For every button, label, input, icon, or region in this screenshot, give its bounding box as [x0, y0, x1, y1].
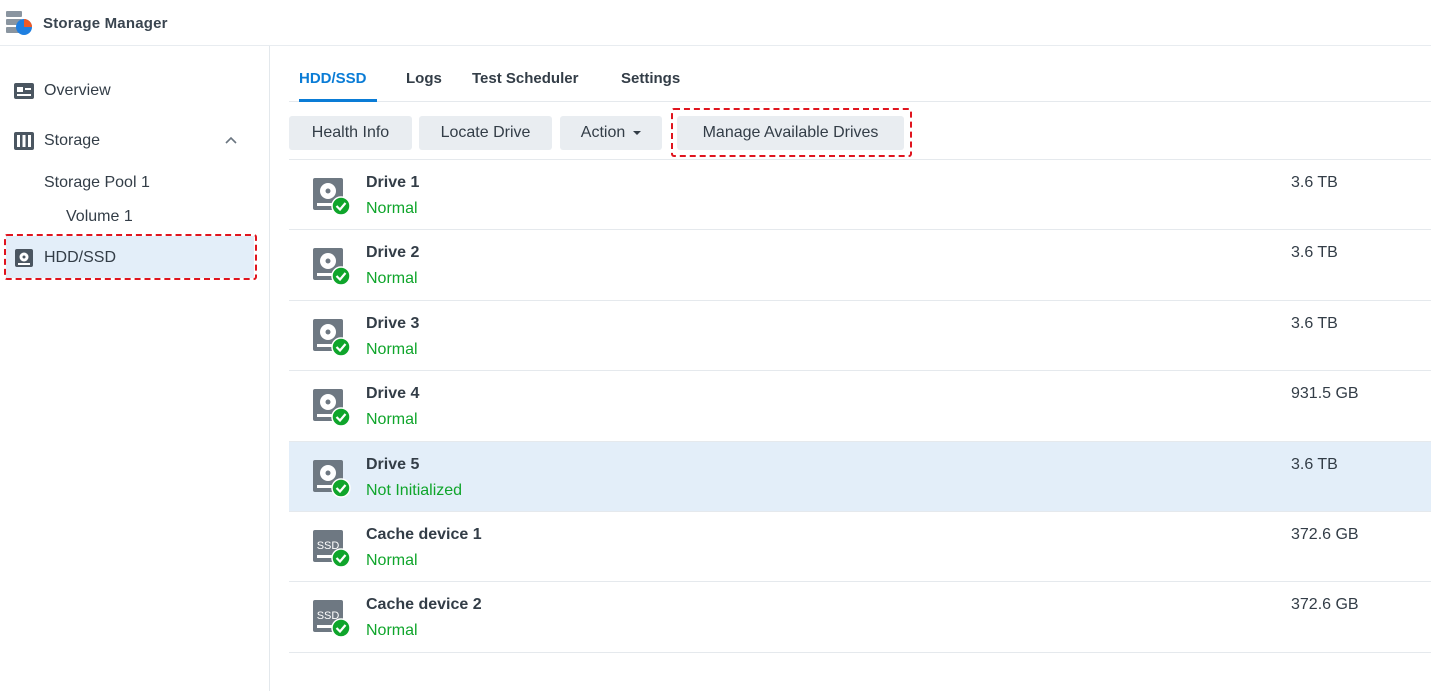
drive-name: Drive 3: [366, 314, 420, 332]
drive-status: Normal: [366, 622, 418, 640]
drive-size: 372.6 GB: [1291, 525, 1359, 543]
sidebar-item-label: Storage Pool 1: [44, 174, 150, 191]
drive-size: 3.6 TB: [1291, 314, 1338, 332]
ssd-icon: SSD: [313, 529, 351, 568]
button-label: Health Info: [311, 124, 390, 141]
drive-name: Cache device 1: [366, 525, 482, 543]
highlight-box: [671, 108, 912, 157]
storage-manager-icon: [6, 11, 32, 35]
tab-hdd-ssd[interactable]: HDD/SSD: [299, 70, 367, 87]
button-label: Action: [580, 124, 626, 141]
sidebar-item-label: Overview: [44, 82, 111, 99]
chevron-up-icon[interactable]: [224, 135, 238, 145]
drive-name: Drive 2: [366, 244, 420, 262]
table-row[interactable]: Drive 3 Normal 3.6 TB: [289, 300, 1431, 372]
drive-name: Drive 4: [366, 385, 420, 403]
drive-status: Normal: [366, 270, 418, 288]
sidebar-item-volume-1[interactable]: Volume 1: [0, 201, 270, 231]
ssd-icon: SSD: [313, 600, 351, 639]
tab-logs[interactable]: Logs: [406, 70, 442, 87]
caret-down-icon: [633, 131, 642, 135]
table-row[interactable]: Drive 5 Not Initialized 3.6 TB: [289, 441, 1431, 512]
overview-icon: [14, 83, 34, 99]
drive-name: Drive 1: [366, 174, 420, 191]
sidebar-item-storage-pool-1[interactable]: Storage Pool 1: [0, 168, 270, 198]
tab-test-scheduler[interactable]: Test Scheduler: [472, 70, 578, 87]
sidebar-item-storage[interactable]: Storage: [0, 122, 270, 162]
drive-status: Normal: [366, 551, 418, 569]
drive-status: Normal: [366, 340, 418, 358]
action-dropdown-button[interactable]: Action: [560, 116, 662, 150]
tab-settings[interactable]: Settings: [621, 70, 680, 87]
title-bar: Storage Manager: [0, 0, 1431, 46]
tab-bar: HDD/SSD Logs Test Scheduler Settings: [289, 46, 1431, 102]
table-row[interactable]: Drive 1 Normal 3.6 TB: [289, 160, 1431, 231]
drive-size: 3.6 TB: [1291, 244, 1338, 262]
sidebar: Overview Storage Storage Pool 1 Volume 1…: [0, 46, 270, 691]
hdd-icon: [313, 459, 351, 498]
table-row[interactable]: SSD Cache device 1 Normal 372.6 GB: [289, 511, 1431, 583]
toolbar: Health Info Locate Drive Action Manage A…: [289, 102, 1431, 160]
health-info-button[interactable]: Health Info: [289, 116, 412, 150]
sidebar-item-overview[interactable]: Overview: [0, 72, 270, 112]
table-row[interactable]: Drive 4 Normal 931.5 GB: [289, 371, 1431, 442]
drive-size: 372.6 GB: [1291, 596, 1359, 614]
drive-name: Cache device 2: [366, 596, 482, 614]
sidebar-item-label: Storage: [44, 132, 101, 149]
drive-size: 931.5 GB: [1291, 385, 1359, 403]
app-title: Storage Manager: [43, 15, 168, 32]
table-row[interactable]: SSD Cache device 2 Normal 372.6 GB: [289, 582, 1431, 653]
hdd-icon: [313, 178, 351, 216]
storage-icon: [14, 132, 34, 150]
hdd-icon: [313, 389, 351, 427]
hdd-icon: [313, 318, 351, 357]
drive-name: Drive 5: [366, 455, 420, 473]
drive-list: Drive 1 Normal 3.6 TB Drive 2 Normal 3.6 TB …: [289, 160, 1431, 653]
drive-status: Not Initialized: [366, 481, 463, 499]
drive-size: 3.6 TB: [1291, 174, 1338, 191]
locate-drive-button[interactable]: Locate Drive: [419, 116, 552, 150]
button-label: Locate Drive: [440, 124, 531, 141]
highlight-box: [4, 234, 257, 280]
drive-size: 3.6 TB: [1291, 455, 1338, 473]
hdd-icon: [313, 248, 351, 287]
drive-status: Normal: [366, 411, 418, 429]
table-row[interactable]: Drive 2 Normal 3.6 TB: [289, 230, 1431, 301]
drive-status: Normal: [366, 200, 418, 217]
sidebar-item-label: Volume 1: [66, 208, 133, 225]
